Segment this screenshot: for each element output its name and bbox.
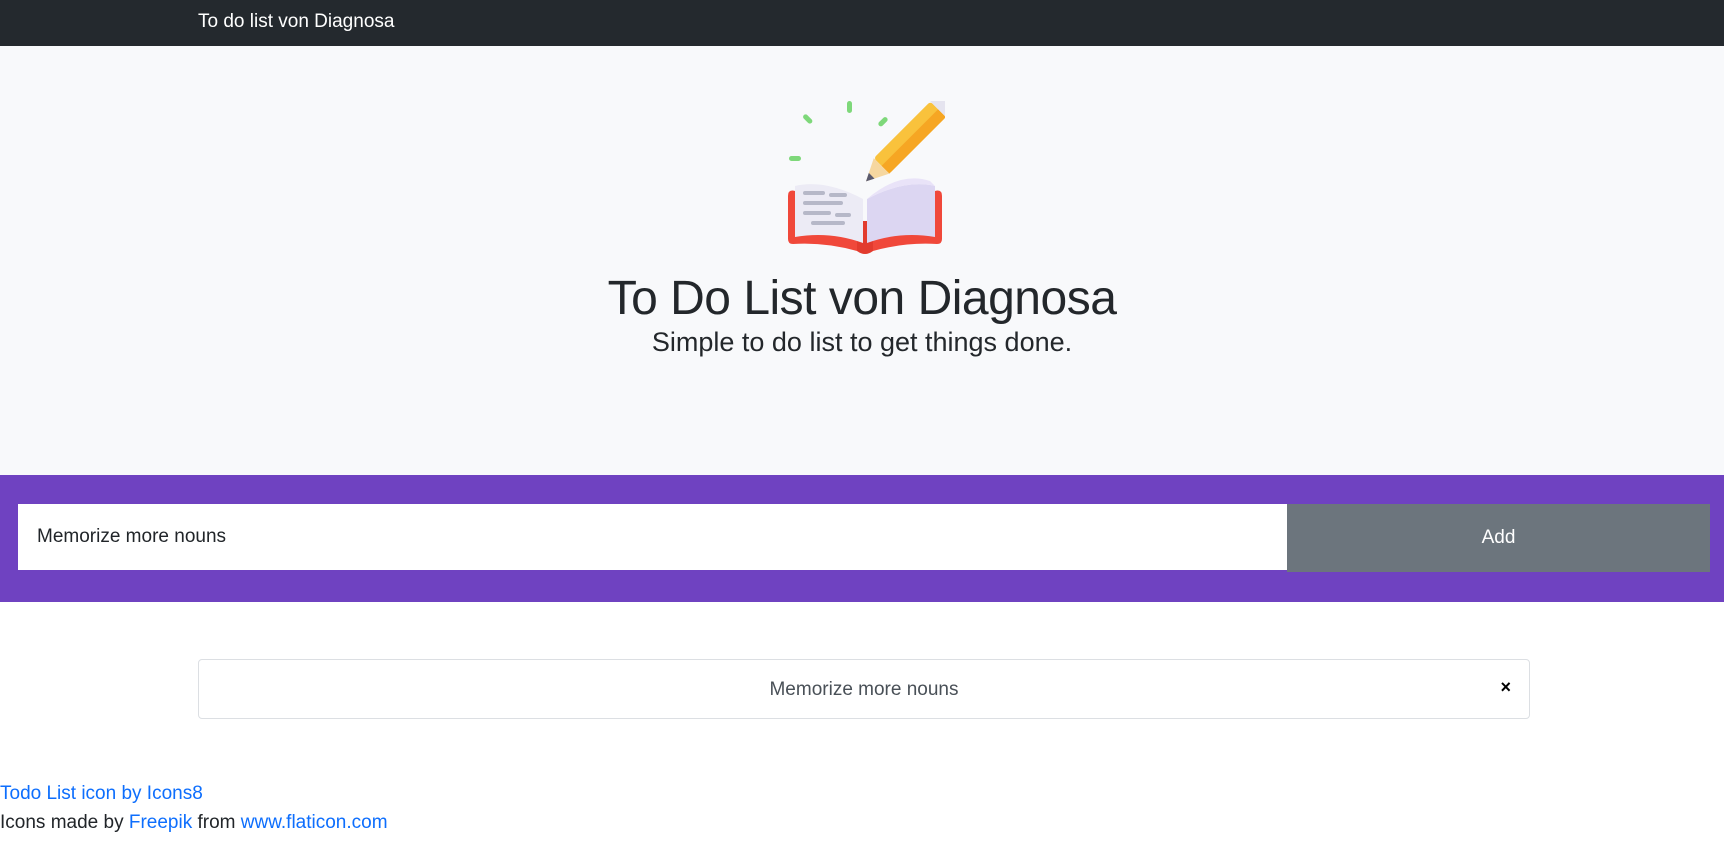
delete-todo-button[interactable]: × (1496, 678, 1515, 696)
hero-section: To Do List von Diagnosa Simple to do lis… (0, 46, 1724, 475)
icons8-credit-link[interactable]: Todo List icon by Icons8 (0, 783, 203, 804)
footer-line-1: Todo List icon by Icons8 (0, 779, 388, 808)
todo-item[interactable]: Memorize more nouns × (198, 659, 1530, 719)
todo-input[interactable] (18, 504, 1287, 570)
add-button[interactable]: Add (1287, 504, 1710, 572)
todo-list: Memorize more nouns × (198, 659, 1530, 719)
todo-book-pencil-icon (788, 101, 945, 254)
navbar-brand[interactable]: To do list von Diagnosa (198, 11, 394, 33)
freepik-link[interactable]: Freepik (129, 812, 192, 833)
todo-item-text: Memorize more nouns (769, 679, 959, 700)
flaticon-link[interactable]: www.flaticon.com (241, 812, 388, 833)
footer-line-2: Icons made by Freepik from www.flaticon.… (0, 808, 388, 837)
footer: Todo List icon by Icons8 Icons made by F… (0, 779, 388, 837)
page-title: To Do List von Diagnosa (607, 272, 1117, 325)
footer-credit-prefix: Icons made by (0, 812, 129, 833)
navbar: To do list von Diagnosa (0, 0, 1724, 46)
page-subtitle: Simple to do list to get things done. (651, 327, 1073, 357)
footer-credit-middle: from (192, 812, 241, 833)
add-todo-form: Add (0, 475, 1724, 602)
